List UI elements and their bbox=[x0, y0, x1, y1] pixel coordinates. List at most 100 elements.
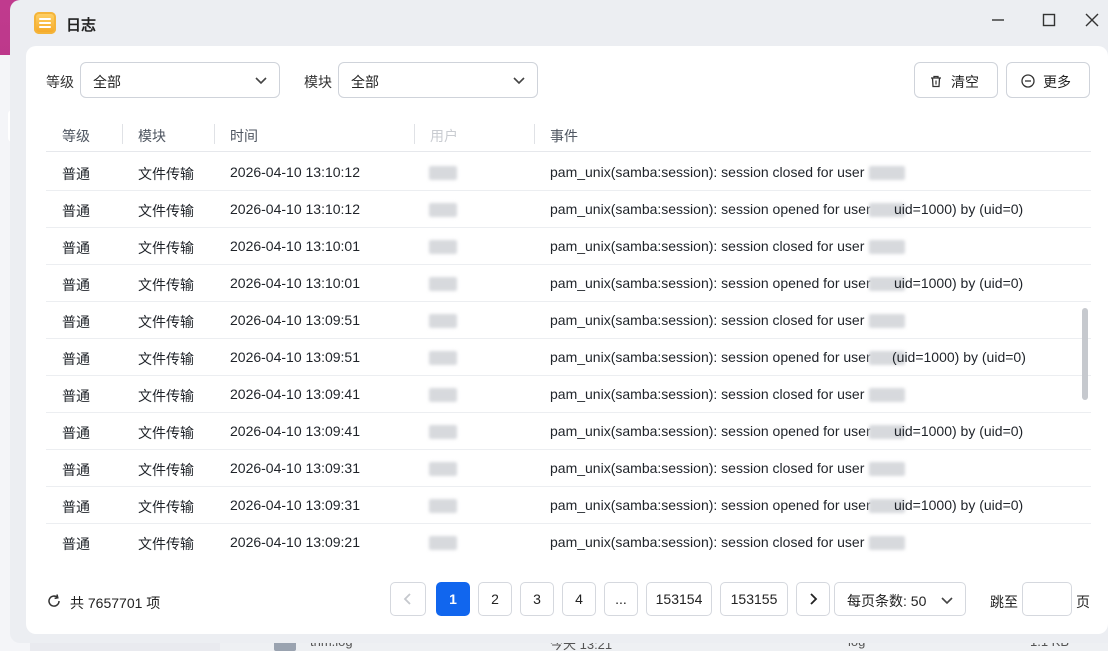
title-bar[interactable]: 日志 bbox=[10, 0, 1108, 46]
table-row[interactable]: 普通 文件传输 2026-04-10 13:10:12 pam_unix(samba:… bbox=[46, 191, 1091, 228]
goto-suffix: 页 bbox=[1076, 594, 1090, 610]
cell-event: pam_unix(samba:session): session opened … bbox=[550, 423, 871, 439]
cell-time: 2026-04-10 13:09:21 bbox=[230, 534, 360, 550]
cell-module: 文件传输 bbox=[138, 536, 194, 552]
table-row[interactable]: 普通 文件传输 2026-04-10 13:10:01 pam_unix(samba:… bbox=[46, 265, 1091, 302]
cell-module: 文件传输 bbox=[138, 425, 194, 441]
total-count: 共 7657701 项 bbox=[70, 595, 161, 611]
chevron-down-icon bbox=[513, 77, 525, 85]
table-row[interactable]: 普通 文件传输 2026-04-10 13:09:41 pam_unix(samba:… bbox=[46, 376, 1091, 413]
cell-module: 文件传输 bbox=[138, 388, 194, 404]
cell-event: pam_unix(samba:session): session opened … bbox=[550, 201, 871, 217]
table-row[interactable]: 普通 文件传输 2026-04-10 13:09:41 pam_unix(samba:… bbox=[46, 413, 1091, 450]
chevron-right-icon bbox=[810, 593, 818, 605]
cell-event: pam_unix(samba:session): session opened … bbox=[550, 497, 871, 513]
cell-event: pam_unix(samba:session): session closed … bbox=[550, 460, 865, 476]
module-select[interactable]: 全部 bbox=[338, 62, 538, 98]
column-level[interactable]: 等级 bbox=[62, 126, 90, 146]
cell-user-redacted bbox=[429, 314, 457, 328]
cell-time: 2026-04-10 13:10:01 bbox=[230, 238, 360, 254]
page-3[interactable]: 3 bbox=[520, 582, 554, 616]
cell-module: 文件传输 bbox=[138, 277, 194, 293]
cell-event: pam_unix(samba:session): session closed … bbox=[550, 386, 865, 402]
page-2[interactable]: 2 bbox=[478, 582, 512, 616]
minimize-button[interactable] bbox=[986, 11, 1010, 35]
cell-time: 2026-04-10 13:10:01 bbox=[230, 275, 360, 291]
level-select[interactable]: 全部 bbox=[80, 62, 280, 98]
page-4[interactable]: 4 bbox=[562, 582, 596, 616]
window-title: 日志 bbox=[66, 17, 97, 34]
cell-time: 2026-04-10 13:09:41 bbox=[230, 423, 360, 439]
page-size-select[interactable]: 每页条数: 50 bbox=[834, 582, 966, 616]
log-panel: 等级 全部 模块 全部 清空 更多 等级 模块 时间 用户 事件 普通 文件传输… bbox=[26, 46, 1108, 634]
cell-level: 普通 bbox=[62, 351, 90, 367]
cell-event-tail: uid=1000) by (uid=0) bbox=[894, 201, 1024, 217]
close-button[interactable] bbox=[1080, 11, 1104, 35]
close-icon bbox=[1085, 13, 1099, 27]
clear-button[interactable]: 清空 bbox=[914, 62, 998, 98]
log-window: 日志 等级 全部 模块 全部 清空 更多 等级 模块 时间 用户 事件 普通 文… bbox=[10, 0, 1108, 643]
cell-module: 文件传输 bbox=[138, 462, 194, 478]
page-153155[interactable]: 153155 bbox=[720, 582, 788, 616]
goto-prefix: 跳至 bbox=[990, 594, 1018, 610]
cell-level: 普通 bbox=[62, 388, 90, 404]
page-ellipsis[interactable]: ... bbox=[604, 582, 638, 616]
cell-module: 文件传输 bbox=[138, 166, 194, 182]
redacted-username bbox=[869, 166, 905, 180]
next-page-button[interactable] bbox=[796, 582, 830, 616]
cell-time: 2026-04-10 13:10:12 bbox=[230, 201, 360, 217]
cell-event: pam_unix(samba:session): session opened … bbox=[550, 275, 871, 291]
chevron-down-icon bbox=[941, 597, 953, 605]
module-filter-label: 模块 bbox=[304, 74, 332, 90]
prev-page-button[interactable] bbox=[390, 582, 426, 616]
table-row[interactable]: 普通 文件传输 2026-04-10 13:09:21 pam_unix(samba:… bbox=[46, 524, 1091, 559]
goto-page-input[interactable] bbox=[1022, 582, 1072, 616]
table-row[interactable]: 普通 文件传输 2026-04-10 13:09:31 pam_unix(samba:… bbox=[46, 450, 1091, 487]
cell-time: 2026-04-10 13:10:12 bbox=[230, 164, 360, 180]
cell-event: pam_unix(samba:session): session closed … bbox=[550, 534, 865, 550]
table-header: 等级 模块 时间 用户 事件 bbox=[46, 116, 1091, 152]
cell-module: 文件传输 bbox=[138, 240, 194, 256]
page-153154[interactable]: 153154 bbox=[646, 582, 712, 616]
cell-user-redacted bbox=[429, 166, 457, 180]
cell-event-tail: uid=1000) by (uid=0) bbox=[894, 275, 1024, 291]
maximize-icon bbox=[1042, 13, 1056, 27]
cell-level: 普通 bbox=[62, 240, 90, 256]
cell-user-redacted bbox=[429, 462, 457, 476]
cell-event: pam_unix(samba:session): session closed … bbox=[550, 312, 865, 328]
cell-user-redacted bbox=[429, 388, 457, 402]
cell-level: 普通 bbox=[62, 314, 90, 330]
cell-user-redacted bbox=[429, 203, 457, 217]
table-row[interactable]: 普通 文件传输 2026-04-10 13:09:51 pam_unix(samba:… bbox=[46, 339, 1091, 376]
vertical-scrollbar[interactable] bbox=[1082, 308, 1088, 400]
redacted-username bbox=[869, 240, 905, 254]
cell-time: 2026-04-10 13:09:31 bbox=[230, 460, 360, 476]
cell-event-tail: uid=1000) by (uid=0) bbox=[894, 497, 1024, 513]
column-user[interactable]: 用户 bbox=[430, 126, 458, 146]
table-row[interactable]: 普通 文件传输 2026-04-10 13:10:01 pam_unix(samba:… bbox=[46, 228, 1091, 265]
cell-level: 普通 bbox=[62, 203, 90, 219]
more-button[interactable]: 更多 bbox=[1006, 62, 1090, 98]
cell-user-redacted bbox=[429, 425, 457, 439]
maximize-button[interactable] bbox=[1037, 11, 1061, 35]
cell-level: 普通 bbox=[62, 462, 90, 478]
cell-module: 文件传输 bbox=[138, 203, 194, 219]
chevron-left-icon bbox=[403, 593, 411, 605]
column-event[interactable]: 事件 bbox=[550, 126, 578, 146]
cell-event: pam_unix(samba:session): session closed … bbox=[550, 164, 865, 180]
table-row[interactable]: 普通 文件传输 2026-04-10 13:09:31 pam_unix(samba:… bbox=[46, 487, 1091, 524]
cell-user-redacted bbox=[429, 277, 457, 291]
redacted-username bbox=[869, 388, 905, 402]
cell-time: 2026-04-10 13:09:51 bbox=[230, 312, 360, 328]
page-1[interactable]: 1 bbox=[436, 582, 470, 616]
refresh-icon[interactable] bbox=[46, 593, 62, 609]
cell-time: 2026-04-10 13:09:41 bbox=[230, 386, 360, 402]
cell-module: 文件传输 bbox=[138, 499, 194, 515]
cell-user-redacted bbox=[429, 240, 457, 254]
column-time[interactable]: 时间 bbox=[230, 126, 258, 146]
minimize-icon bbox=[992, 19, 1004, 21]
table-row[interactable]: 普通 文件传输 2026-04-10 13:09:51 pam_unix(samba:… bbox=[46, 302, 1091, 339]
column-module[interactable]: 模块 bbox=[138, 126, 166, 146]
table-row[interactable]: 普通 文件传输 2026-04-10 13:10:12 pam_unix(samba:… bbox=[46, 154, 1091, 191]
cell-user-redacted bbox=[429, 351, 457, 365]
